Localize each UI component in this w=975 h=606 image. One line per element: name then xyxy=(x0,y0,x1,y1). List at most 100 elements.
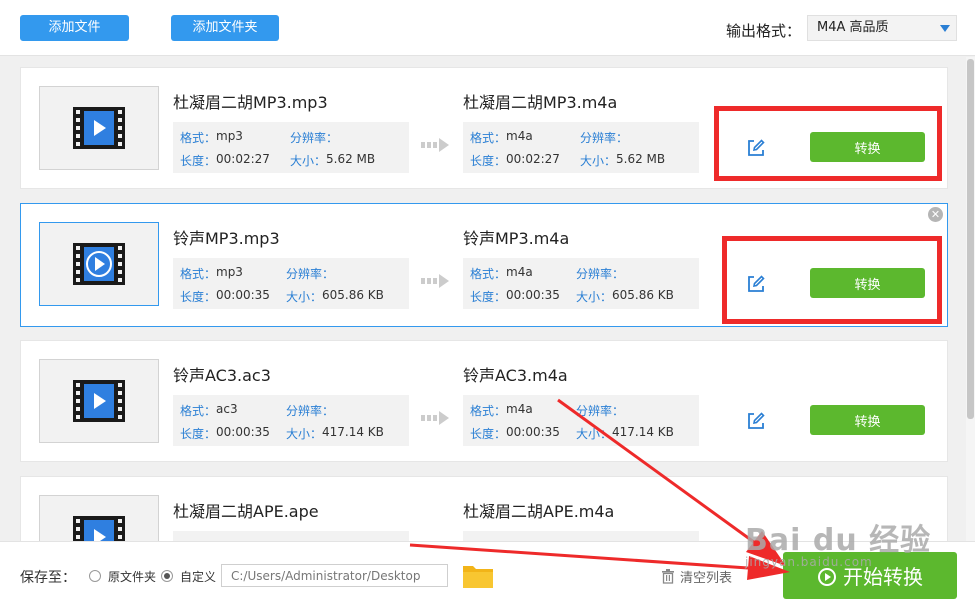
duration-label: 长度： xyxy=(470,154,507,168)
bottom-bar: 保存至： 原文件夹 自定义 清空列表 开始转换 xyxy=(0,541,975,606)
remove-item-close-icon[interactable]: ✕ xyxy=(928,207,943,222)
output-format-select[interactable]: M4A 高品质 xyxy=(807,15,957,41)
duration-label: 长度： xyxy=(180,290,217,304)
duration-label: 长度： xyxy=(470,427,507,441)
edit-icon[interactable] xyxy=(746,274,766,294)
file-list: 杜凝眉二胡MP3.mp3 格式： mp3 分辨率： 长度： 00:02:27 大… xyxy=(0,57,975,541)
edit-icon[interactable] xyxy=(746,411,766,431)
output-file-info: 格式： m4a 分辨率： 长度： 00:00:35 大小： 417.14 KB xyxy=(463,395,699,446)
add-folder-button[interactable]: 添加文件夹 xyxy=(171,15,279,41)
duration-value: 00:00:35 xyxy=(216,425,270,439)
size-value: 417.14 KB xyxy=(612,425,674,439)
file-card[interactable]: 杜凝眉二胡MP3.mp3 格式： mp3 分辨率： 长度： 00:02:27 大… xyxy=(20,67,948,189)
video-thumbnail xyxy=(39,222,159,306)
size-value: 417.14 KB xyxy=(322,425,384,439)
size-label: 大小： xyxy=(580,154,617,168)
list-scrollbar[interactable] xyxy=(966,57,975,541)
save-path-input[interactable] xyxy=(221,564,448,587)
file-card[interactable]: 杜凝眉二胡APE.ape 杜凝眉二胡APE.m4a xyxy=(20,476,948,541)
size-value: 605.86 KB xyxy=(322,288,384,302)
size-label: 大小： xyxy=(290,154,327,168)
video-file-icon xyxy=(73,516,125,541)
source-file-name: 杜凝眉二胡MP3.mp3 xyxy=(173,93,328,112)
duration-value: 00:00:35 xyxy=(506,288,560,302)
duration-value: 00:00:35 xyxy=(506,425,560,439)
original-folder-label: 原文件夹 xyxy=(108,570,157,584)
convert-button[interactable]: 转换 xyxy=(810,405,925,435)
duration-value: 00:00:35 xyxy=(216,288,270,302)
duration-value: 00:02:27 xyxy=(506,152,560,166)
output-file-info: 格式： m4a 分辨率： 长度： 00:02:27 大小： 5.62 MB xyxy=(463,122,699,173)
source-file-info xyxy=(173,531,409,541)
video-thumbnail xyxy=(39,495,159,541)
format-label: 格式： xyxy=(180,404,217,418)
video-thumbnail xyxy=(39,359,159,443)
video-thumbnail xyxy=(39,86,159,170)
start-convert-button[interactable]: 开始转换 xyxy=(783,552,957,599)
duration-value: 00:02:27 xyxy=(216,152,270,166)
output-file-info xyxy=(463,531,699,541)
output-file-name: 铃声MP3.m4a xyxy=(463,229,570,248)
output-file-info: 格式： m4a 分辨率： 长度： 00:00:35 大小： 605.86 KB xyxy=(463,258,699,309)
format-value: m4a xyxy=(506,265,533,279)
output-file-name: 杜凝眉二胡MP3.m4a xyxy=(463,93,618,112)
file-card[interactable]: 铃声AC3.ac3 格式： ac3 分辨率： 长度： 00:00:35 大小： … xyxy=(20,340,948,462)
toolbar: 添加文件 添加文件夹 输出格式： M4A 高品质 xyxy=(0,0,975,56)
edit-icon[interactable] xyxy=(746,138,766,158)
format-label: 格式： xyxy=(470,267,507,281)
resolution-label: 分辨率： xyxy=(286,267,335,281)
start-convert-label: 开始转换 xyxy=(843,565,923,589)
source-file-info: 格式： ac3 分辨率： 长度： 00:00:35 大小： 417.14 KB xyxy=(173,395,409,446)
size-value: 5.62 MB xyxy=(616,152,666,166)
duration-label: 长度： xyxy=(470,290,507,304)
save-to-label: 保存至： xyxy=(20,570,76,586)
size-value: 605.86 KB xyxy=(612,288,674,302)
resolution-label: 分辨率： xyxy=(576,404,625,418)
video-play-icon xyxy=(73,243,125,285)
clear-list-label: 清空列表 xyxy=(680,571,733,586)
source-file-info: 格式： mp3 分辨率： 长度： 00:02:27 大小： 5.62 MB xyxy=(173,122,409,173)
output-file-name: 铃声AC3.m4a xyxy=(463,366,568,385)
size-label: 大小： xyxy=(576,290,613,304)
format-value: mp3 xyxy=(216,265,243,279)
scrollbar-thumb[interactable] xyxy=(967,59,974,419)
size-value: 5.62 MB xyxy=(326,152,376,166)
output-format-label: 输出格式： xyxy=(726,22,802,40)
dropdown-caret-icon xyxy=(940,25,950,32)
output-format-value: M4A 高品质 xyxy=(817,20,889,35)
size-label: 大小： xyxy=(286,427,323,441)
format-value: m4a xyxy=(506,129,533,143)
video-file-icon xyxy=(73,107,125,149)
resolution-label: 分辨率： xyxy=(290,131,339,145)
resolution-label: 分辨率： xyxy=(580,131,629,145)
source-file-name: 杜凝眉二胡APE.ape xyxy=(173,502,319,521)
duration-label: 长度： xyxy=(180,154,217,168)
format-label: 格式： xyxy=(470,404,507,418)
source-file-name: 铃声AC3.ac3 xyxy=(173,366,271,385)
trash-icon xyxy=(662,569,674,584)
duration-label: 长度： xyxy=(180,427,217,441)
source-file-info: 格式： mp3 分辨率： 长度： 00:00:35 大小： 605.86 KB xyxy=(173,258,409,309)
folder-icon[interactable] xyxy=(462,563,494,589)
add-file-button[interactable]: 添加文件 xyxy=(20,15,129,41)
custom-folder-radio[interactable] xyxy=(161,570,173,582)
size-label: 大小： xyxy=(286,290,323,304)
format-value: m4a xyxy=(506,402,533,416)
source-file-name: 铃声MP3.mp3 xyxy=(173,229,280,248)
format-label: 格式： xyxy=(470,131,507,145)
file-card-selected[interactable]: 铃声MP3.mp3 格式： mp3 分辨率： 长度： 00:00:35 大小： … xyxy=(20,203,948,327)
format-value: mp3 xyxy=(216,129,243,143)
convert-button[interactable]: 转换 xyxy=(810,132,925,162)
format-label: 格式： xyxy=(180,267,217,281)
original-folder-radio[interactable] xyxy=(89,570,101,582)
start-play-icon xyxy=(818,568,836,586)
convert-arrow-icon xyxy=(421,411,449,425)
clear-list-button[interactable]: 清空列表 xyxy=(661,567,732,586)
convert-arrow-icon xyxy=(421,274,449,288)
size-label: 大小： xyxy=(576,427,613,441)
video-file-icon xyxy=(73,380,125,422)
convert-button[interactable]: 转换 xyxy=(810,268,925,298)
custom-folder-label: 自定义 xyxy=(180,570,217,584)
convert-arrow-icon xyxy=(421,138,449,152)
format-value: ac3 xyxy=(216,402,238,416)
